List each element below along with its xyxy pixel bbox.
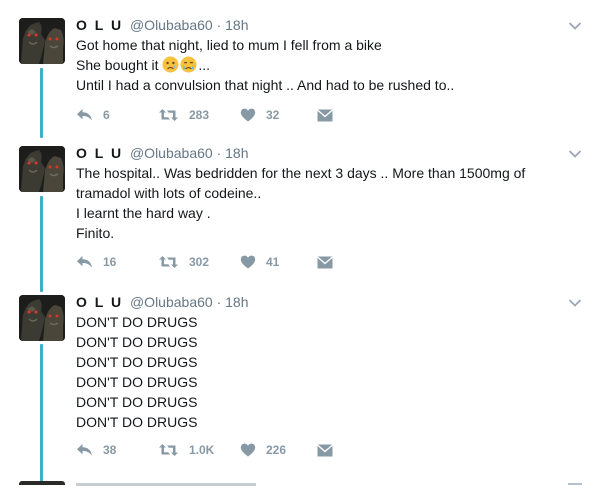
timestamp[interactable]: 18h — [225, 17, 248, 33]
like-button[interactable]: 41 — [240, 252, 279, 272]
retweet-count: 283 — [189, 108, 210, 122]
reply-count: 38 — [103, 443, 117, 457]
retweet-button[interactable]: 302 — [158, 252, 209, 272]
tweet-text-line: DON'T DO DRUGS — [76, 414, 198, 430]
sad-face-emoji — [162, 56, 179, 73]
tweet-text-line: DON'T DO DRUGS — [76, 374, 198, 390]
crying-face-emoji — [180, 56, 197, 73]
heart-icon — [240, 443, 256, 457]
retweet-button[interactable]: 1.0K — [158, 440, 214, 460]
reply-icon — [76, 443, 93, 457]
tweet-text-line: I learnt the hard way . — [76, 205, 211, 221]
user-handle[interactable]: @Olubaba60 — [130, 17, 213, 33]
like-count: 41 — [266, 255, 280, 269]
direct-message-button[interactable] — [317, 440, 333, 460]
retweet-icon — [158, 108, 179, 122]
next-tweet-avatar-edge — [19, 481, 65, 485]
tweet-text: DON'T DO DRUGS DON'T DO DRUGS DON'T DO D… — [76, 312, 556, 432]
heart-icon — [240, 108, 256, 122]
avatar[interactable] — [19, 18, 65, 64]
tweet[interactable]: O L U @Olubaba60 · 18h Got home that nig… — [0, 16, 598, 128]
like-button[interactable]: 226 — [240, 440, 286, 460]
timestamp[interactable]: 18h — [225, 294, 248, 310]
like-count: 32 — [266, 108, 280, 122]
avatar[interactable] — [19, 295, 65, 341]
tweet-content: O L U @Olubaba60 · 18h The hospital.. Wa… — [76, 144, 556, 243]
direct-message-button[interactable] — [317, 252, 333, 272]
tweet-text-line: She bought it ... — [76, 55, 556, 75]
tweet-text-line: DON'T DO DRUGS — [76, 314, 198, 330]
tweet-text-line: tramadol with lots of codeine.. — [76, 185, 262, 201]
display-name[interactable]: O L U — [76, 294, 123, 310]
reply-button[interactable]: 6 — [76, 105, 110, 125]
next-tweet-partial — [0, 478, 598, 488]
reply-icon — [76, 108, 93, 122]
like-count: 226 — [266, 443, 287, 457]
retweet-count: 1.0K — [189, 443, 215, 457]
reply-count: 16 — [103, 255, 117, 269]
heart-icon — [240, 255, 256, 269]
chevron-down-icon[interactable] — [568, 146, 582, 158]
tweet-header: O L U @Olubaba60 · 18h — [76, 293, 556, 311]
separator-dot: · — [216, 294, 222, 310]
tweet-thread: O L U @Olubaba60 · 18h Got home that nig… — [0, 0, 598, 486]
tweet-header: O L U @Olubaba60 · 18h — [76, 16, 556, 34]
tweet-header: O L U @Olubaba60 · 18h — [76, 144, 556, 162]
direct-message-button[interactable] — [317, 105, 333, 125]
retweet-icon — [158, 255, 179, 269]
envelope-icon — [317, 108, 333, 122]
separator-dot: · — [216, 17, 222, 33]
tweet-text-line: The hospital.. Was bedridden for the nex… — [76, 165, 526, 181]
retweet-count: 302 — [189, 255, 210, 269]
tweet-text-line: Got home that night, lied to mum I fell … — [76, 37, 382, 53]
user-handle[interactable]: @Olubaba60 — [130, 145, 213, 161]
avatar[interactable] — [19, 146, 65, 192]
reply-count: 6 — [103, 108, 110, 122]
like-button[interactable]: 32 — [240, 105, 279, 125]
tweet-text: The hospital.. Was bedridden for the nex… — [76, 163, 556, 243]
tweet-content: O L U @Olubaba60 · 18h Got home that nig… — [76, 16, 556, 95]
tweet-text-line: DON'T DO DRUGS — [76, 334, 198, 350]
retweet-icon — [158, 443, 179, 457]
tweet[interactable]: O L U @Olubaba60 · 18h DON'T DO DRUGS DO… — [0, 293, 598, 470]
separator-dot: · — [216, 145, 222, 161]
chevron-down-icon[interactable] — [568, 295, 582, 307]
tweet[interactable]: O L U @Olubaba60 · 18h The hospital.. Wa… — [0, 144, 598, 282]
tweet-text-fragment: ... — [198, 57, 211, 73]
display-name[interactable]: O L U — [76, 145, 123, 161]
reply-icon — [76, 255, 93, 269]
tweet-text: Got home that night, lied to mum I fell … — [76, 35, 556, 95]
next-tweet-header-edge — [76, 483, 256, 486]
tweet-text-line: Finito. — [76, 225, 115, 241]
tweet-text-line: Until I had a convulsion that night .. A… — [76, 77, 455, 93]
envelope-icon — [317, 443, 333, 457]
retweet-button[interactable]: 283 — [158, 105, 209, 125]
reply-button[interactable]: 16 — [76, 252, 116, 272]
tweet-text-line: DON'T DO DRUGS — [76, 354, 198, 370]
tweet-content: O L U @Olubaba60 · 18h DON'T DO DRUGS DO… — [76, 293, 556, 432]
envelope-icon — [317, 255, 333, 269]
tweet-text-fragment: She bought it — [76, 57, 159, 73]
reply-button[interactable]: 38 — [76, 440, 116, 460]
user-handle[interactable]: @Olubaba60 — [130, 294, 213, 310]
next-tweet-caret-edge — [568, 483, 582, 485]
display-name[interactable]: O L U — [76, 17, 123, 33]
tweet-text-line: DON'T DO DRUGS — [76, 394, 198, 410]
timestamp[interactable]: 18h — [225, 145, 248, 161]
chevron-down-icon[interactable] — [568, 18, 582, 30]
